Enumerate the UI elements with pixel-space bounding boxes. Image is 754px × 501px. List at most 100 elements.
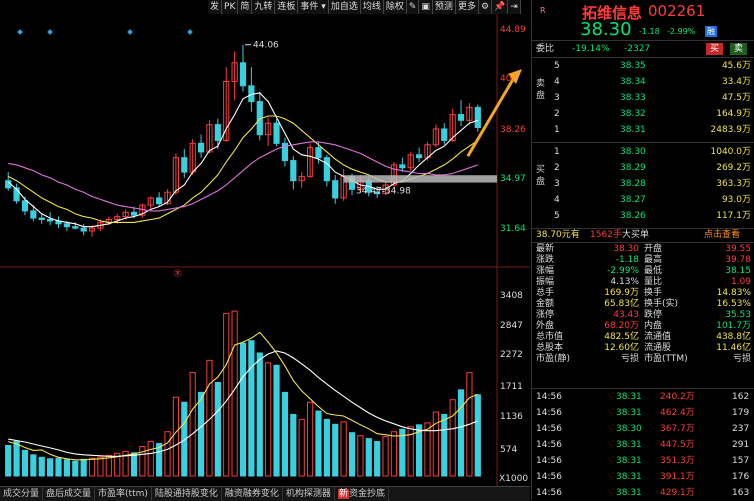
toolbar-item-lianban[interactable]: 连板 bbox=[275, 0, 299, 14]
volume-bar bbox=[197, 391, 205, 477]
order-row: 5 38.35 45.6万 bbox=[532, 58, 754, 74]
toolbar-item-fa[interactable]: 发 bbox=[208, 0, 223, 14]
stat-label: 市盈(静) bbox=[536, 354, 571, 364]
trade-price: 38.31 bbox=[616, 472, 642, 482]
stat-label: 市盈(TTM) bbox=[644, 354, 688, 364]
toolbar-item-pk[interactable]: PK bbox=[222, 0, 239, 14]
order-row: 4 38.27 93.0万 bbox=[532, 192, 754, 208]
stat-value: 亏损 bbox=[620, 354, 639, 364]
buy-button[interactable]: 买 bbox=[706, 43, 724, 55]
high-price-label: 44.06 bbox=[253, 41, 279, 51]
stat-row: 振幅 4.13% 量比 1.09 bbox=[532, 277, 754, 288]
order-volume: 1040.0万 bbox=[710, 147, 752, 157]
toolbar-item-ma[interactable]: 均线 bbox=[361, 0, 384, 14]
tab-volume-distribution[interactable]: 成交分量 bbox=[0, 487, 44, 501]
candle-body bbox=[332, 180, 339, 199]
stat-label: 金额 bbox=[536, 299, 555, 309]
toolbar-item-add-watchlist[interactable]: 加自选 bbox=[329, 0, 361, 14]
stat-label: 换手 bbox=[644, 288, 663, 298]
stat-label: 最新 bbox=[536, 244, 555, 254]
volume-bar bbox=[164, 431, 171, 477]
candle-body bbox=[30, 210, 37, 219]
tab-northbound-holdings[interactable]: 陆股通持股变化 bbox=[152, 487, 222, 501]
trade-time: 14:56 bbox=[536, 408, 562, 418]
view-details-link[interactable]: 点击查看 bbox=[704, 229, 740, 242]
trade-price: 38.30 bbox=[616, 424, 642, 434]
event-marker-label: ㊍ bbox=[174, 269, 182, 278]
toolbar-item-events[interactable]: 事件 ▾ bbox=[298, 0, 329, 14]
order-price: 38.33 bbox=[620, 93, 646, 103]
trade-price: 38.31 bbox=[616, 488, 642, 498]
stat-row: 涨停 43.43 跌停 35.53 bbox=[532, 310, 754, 321]
stat-value: 12.60亿 bbox=[604, 343, 639, 353]
stat-value: 亏损 bbox=[732, 354, 751, 364]
volume-bar bbox=[298, 418, 305, 477]
candle-body bbox=[416, 154, 423, 159]
trade-time: 14:56 bbox=[536, 440, 562, 450]
order-level: 4 bbox=[554, 77, 560, 87]
tab-pe-ttm[interactable]: 市盈率(ttm) bbox=[95, 487, 152, 501]
toolbar-item-more[interactable]: 更多 bbox=[456, 0, 479, 14]
volume-bar bbox=[97, 456, 104, 477]
volume-bar bbox=[290, 413, 297, 477]
stat-label: 开盘 bbox=[644, 244, 663, 254]
stat-row: 涨跌 -1.18 最高 39.78 bbox=[532, 255, 754, 266]
stat-row: 总市值 482.5亿 流通值 438.8亿 bbox=[532, 332, 754, 343]
draw-tool-icon[interactable]: ✎ bbox=[407, 0, 420, 14]
trade-volume: 240.2万 bbox=[660, 392, 695, 402]
stat-row: 外盘 68.20万 内盘 101.7万 bbox=[532, 321, 754, 332]
trade-row: 14:56 38.31 240.2万 162 bbox=[532, 389, 754, 405]
order-volume: 164.9万 bbox=[716, 109, 751, 119]
volume-bar bbox=[38, 456, 45, 477]
settings-icon[interactable]: ⚙ bbox=[479, 0, 493, 14]
order-row: 1 38.30 1040.0万 bbox=[532, 144, 754, 160]
volume-bar bbox=[239, 342, 247, 477]
candle-body bbox=[197, 142, 205, 153]
volume-bar bbox=[248, 340, 255, 477]
big-order-row: 38.70元有 1562手 大买单 点击查看 bbox=[532, 228, 754, 243]
stat-label: 总手 bbox=[536, 288, 555, 298]
volume-bar bbox=[365, 438, 372, 477]
stat-label: 流通值 bbox=[644, 332, 672, 342]
volume-bar bbox=[214, 382, 221, 477]
volume-bar bbox=[5, 444, 12, 477]
stat-value: -1.18 bbox=[615, 255, 639, 265]
candle-body bbox=[323, 157, 330, 182]
hot-badge-icon: 新 bbox=[337, 489, 349, 499]
tab-after-hours-volume[interactable]: 盘后成交量 bbox=[43, 487, 96, 501]
sell-button[interactable]: 卖 bbox=[730, 43, 748, 55]
window-icon[interactable]: ▣ bbox=[419, 0, 433, 14]
trade-price: 38.31 bbox=[616, 456, 642, 466]
trade-time: 14:56 bbox=[536, 392, 562, 402]
stats-table: 最新 38.30 开盘 39.55 涨跌 -1.18 最高 39.78 涨幅 -2.99% 最低 38… bbox=[532, 244, 754, 366]
tab-margin-trading[interactable]: 融资融券变化 bbox=[222, 487, 283, 501]
stat-row: 总手 169.9万 换手 14.83% bbox=[532, 288, 754, 299]
toolbar-item-exright[interactable]: 除权 bbox=[384, 0, 407, 14]
stat-label: 涨幅 bbox=[536, 266, 555, 276]
trade-time: 14:56 bbox=[536, 456, 562, 466]
stat-value: 14.83% bbox=[716, 288, 751, 298]
candlestick-chart[interactable]: 44.06 34.47-34.98 ㊍ bbox=[0, 14, 530, 486]
chart-annotations: 44.06 34.47-34.98 ㊍ bbox=[17, 29, 522, 278]
big-order-type: 大买单 bbox=[622, 230, 650, 240]
volume-bar bbox=[374, 441, 381, 477]
toolbar-item-simple[interactable]: 简 bbox=[238, 0, 253, 14]
pin-icon[interactable]: 📌 bbox=[492, 0, 509, 14]
volume-bar bbox=[172, 396, 180, 477]
candle-body bbox=[156, 197, 163, 205]
volume-bar bbox=[441, 413, 448, 477]
volume-bar bbox=[432, 411, 439, 477]
trade-volume: 391.1万 bbox=[660, 472, 695, 482]
toolbar-item-forecast[interactable]: 预测 bbox=[433, 0, 456, 14]
candle-body bbox=[47, 219, 54, 222]
candle-body bbox=[72, 226, 79, 229]
candle-body bbox=[214, 124, 221, 141]
trade-price: 38.31 bbox=[616, 440, 642, 450]
tab-bottom-fishing[interactable]: 新资金抄底 bbox=[335, 487, 389, 501]
expand-panel-icon[interactable]: ⇥ bbox=[508, 0, 521, 14]
trade-row: 14:56 38.31 391.1万 176 bbox=[532, 469, 754, 485]
tab-institution-detector[interactable]: 机构探测器 bbox=[283, 487, 335, 501]
order-price: 38.32 bbox=[620, 109, 646, 119]
support-band bbox=[343, 175, 497, 183]
toolbar-item-jiuzhuan[interactable]: 九转 bbox=[252, 0, 276, 14]
